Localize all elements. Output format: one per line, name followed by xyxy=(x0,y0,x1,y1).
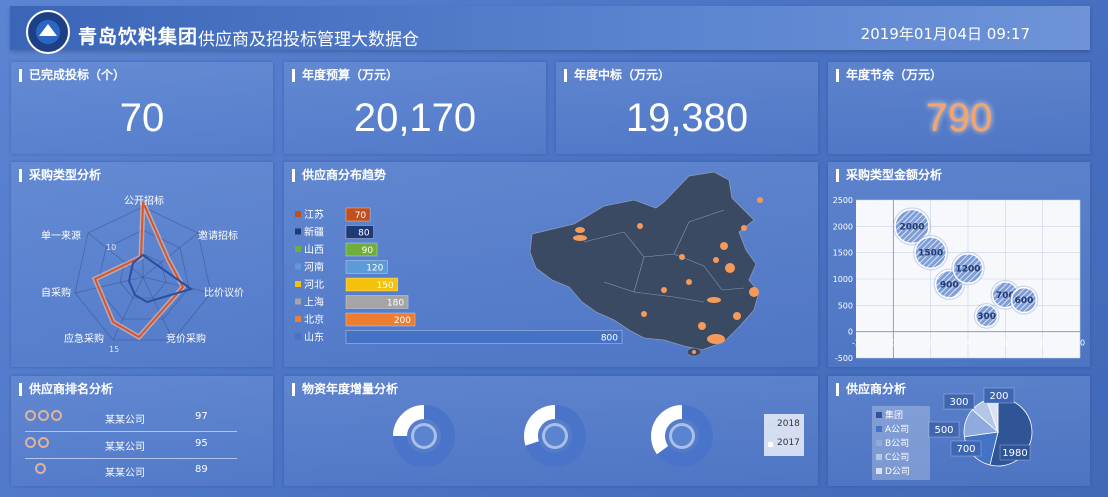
radar-axis-label: 邀请招标 xyxy=(198,229,238,242)
kpi-title: 年度预算（万元） xyxy=(292,69,398,82)
rank-divider xyxy=(25,458,237,459)
kpi-value: 790 xyxy=(925,96,993,140)
y-tick-label: 500 xyxy=(838,301,853,310)
radar-chart: 公开招标 邀请招标 比价议价 竞价采购 应急采购 自采购 单一来源 10 15 xyxy=(41,194,244,354)
pie-value-label: 700 xyxy=(956,444,975,455)
china-map xyxy=(529,171,763,357)
kpi-value: 20,170 xyxy=(353,96,477,140)
x-tick-label: 6 xyxy=(1003,339,1008,348)
medal-icon xyxy=(25,410,64,424)
company-logo xyxy=(26,10,70,54)
radar-axis-label: 公开招标 xyxy=(124,194,164,207)
kpi-card-savings: 年度节余（万元） 790 xyxy=(828,62,1090,154)
supplier-pie-chart: 1980 700500 300 200 xyxy=(928,387,1033,467)
x-tick-label: 10 xyxy=(1075,339,1085,348)
rank-company: 某某公司 xyxy=(105,415,145,426)
legend-label-2018: 2018 xyxy=(777,419,800,429)
rank-company: 某某公司 xyxy=(105,468,145,479)
x-tick-label: 0 xyxy=(891,339,896,348)
kpi-title: 年度中标（万元） xyxy=(564,69,670,82)
radar-tick-label: 15 xyxy=(109,345,119,354)
radar-panel: 采购类型分析 公开招标 邀请招标 比价议价 竞价采购 应急采购 自采购 单一来源… xyxy=(11,162,273,367)
radar-axis-label: 自采购 xyxy=(41,286,71,299)
kpi-card-budget: 年度预算（万元） 20,170 xyxy=(284,62,546,154)
kpi-title: 年度节余（万元） xyxy=(836,69,942,82)
pie-panel: 供应商分析 集团 A公司 B公司 C公司 D公司 1980 700 500 300 200 xyxy=(828,376,1090,486)
rank-divider xyxy=(25,431,237,432)
datetime: 2019年01月04日 09:17 xyxy=(860,25,1030,43)
kpi-title: 已完成投标（个） xyxy=(19,69,125,82)
rank-score: 95 xyxy=(195,438,208,449)
x-tick-label: -2 xyxy=(852,339,860,348)
kpi-value: 19,380 xyxy=(625,96,749,140)
bubble-panel: 采购类型金额分析 2500 2000 1500 1000 500 0 -500 -2 0 2 4 6 8… xyxy=(828,162,1090,367)
panel-title: 供应商排名分析 xyxy=(19,383,113,396)
rank-row[interactable]: 某某公司 97 xyxy=(25,410,237,430)
medal-icon xyxy=(25,437,51,451)
y-tick-label: 2000 xyxy=(833,222,853,231)
company-name: 青岛饮料集团 xyxy=(78,26,199,48)
page-title: 供应商及招投标管理大数据仓 xyxy=(198,30,419,50)
donut-hole-inner xyxy=(545,426,565,446)
radar-axis-label: 应急采购 xyxy=(64,332,104,345)
medal-icon xyxy=(35,463,48,477)
pie-value-label: 1980 xyxy=(1002,448,1027,459)
radar-axis-label: 比价议价 xyxy=(204,287,244,299)
legend-label-2017: 2017 xyxy=(777,438,800,448)
y-tick-label: 1000 xyxy=(833,275,853,284)
rank-score: 97 xyxy=(195,411,208,422)
rank-panel: 供应商排名分析 某某公司 97 某某公司 95 某某公司 89 xyxy=(11,376,273,486)
bubble-label: 1200 xyxy=(955,264,980,274)
rank-company: 某某公司 xyxy=(105,442,145,453)
rank-row[interactable]: 某某公司 89 xyxy=(25,463,237,483)
donut-hole-inner xyxy=(672,426,692,446)
bubble-label: 300 xyxy=(977,312,996,322)
map-panel: 供应商分布趋势 江苏 70 新疆 80 山西 90 河南 120 河北 150 上海 180 北京 200… xyxy=(284,162,818,367)
kpi-card-awarded: 年度中标（万元） 19,380 xyxy=(556,62,818,154)
radar-axis-label: 竞价采购 xyxy=(166,332,206,345)
bubble-chart: 2500 2000 1500 1000 500 0 -500 -2 0 2 4 6 8 10 2000 150… xyxy=(833,196,1085,363)
bubble-label: 600 xyxy=(1015,296,1034,306)
pie-value-label: 500 xyxy=(934,425,953,436)
kpi-card-bids: 已完成投标（个） 70 xyxy=(11,62,273,154)
donut-legend: 2018 2017 xyxy=(764,414,804,456)
kpi-value: 70 xyxy=(119,96,165,140)
y-tick-label: -500 xyxy=(835,354,853,363)
donut-panel: 物资年度增量分析 2018 2017 xyxy=(284,376,818,486)
y-tick-label: 0 xyxy=(848,328,853,337)
header-bar: 青岛饮料集团 供应商及招投标管理大数据仓 2019年01月04日 09:17 xyxy=(10,6,1090,54)
bubble-label: 1500 xyxy=(918,249,943,259)
radar-axis-label: 单一来源 xyxy=(41,229,81,242)
bubble-label: 2000 xyxy=(899,222,924,232)
x-tick-label: 4 xyxy=(965,339,970,348)
pie-value-label: 300 xyxy=(949,397,968,408)
y-tick-label: 1500 xyxy=(833,249,853,258)
legend-swatch xyxy=(768,442,773,447)
rank-row[interactable]: 某某公司 95 xyxy=(25,437,237,457)
donut-charts xyxy=(393,405,773,467)
bubble-label: 900 xyxy=(940,280,959,290)
pie-value-label: 200 xyxy=(989,391,1008,402)
y-tick-label: 2500 xyxy=(833,196,853,205)
rank-score: 89 xyxy=(195,464,208,475)
donut-hole-inner xyxy=(414,426,434,446)
radar-tick-label: 10 xyxy=(106,243,116,252)
x-tick-label: 8 xyxy=(1040,339,1045,348)
x-tick-label: 2 xyxy=(928,339,933,348)
